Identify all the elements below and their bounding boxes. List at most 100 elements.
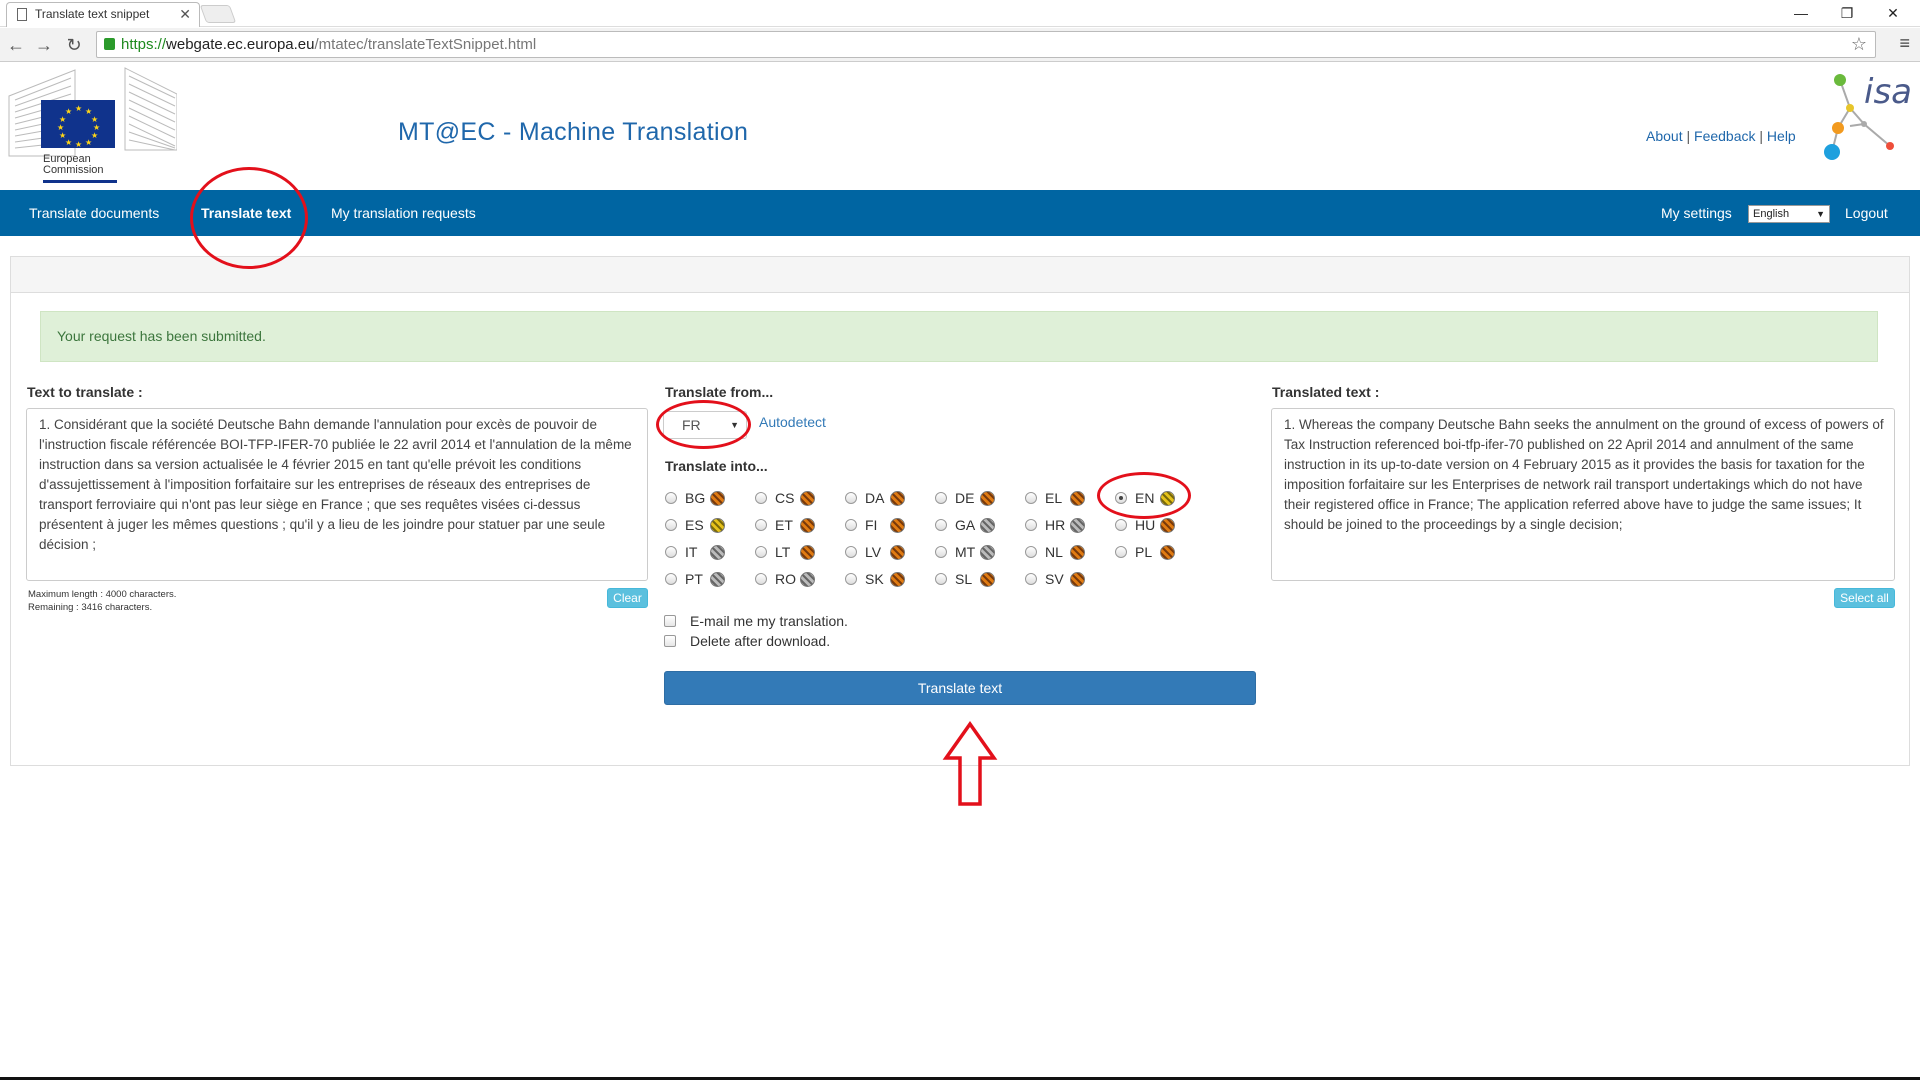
quality-shield-icon	[980, 545, 995, 560]
feedback-link[interactable]: Feedback	[1694, 128, 1755, 144]
clear-button[interactable]: Clear	[607, 588, 648, 608]
radio-icon	[935, 573, 947, 585]
radio-icon	[1025, 492, 1037, 504]
translate-into-label: Translate into...	[665, 458, 768, 474]
url-input[interactable]: https://webgate.ec.europa.eu/mtatec/tran…	[96, 31, 1876, 58]
language-code: EL	[1045, 490, 1063, 506]
checkbox-icon	[664, 615, 676, 627]
quality-shield-icon	[1070, 518, 1085, 533]
autodetect-link[interactable]: Autodetect	[759, 414, 826, 430]
annotation-circle-nav	[190, 167, 308, 269]
quality-shield-icon	[1070, 491, 1085, 506]
quality-shield-icon	[1160, 518, 1175, 533]
ui-language-value: English	[1753, 208, 1790, 220]
close-tab-icon[interactable]: ✕	[179, 3, 191, 25]
nav-my-translation-requests[interactable]: My translation requests	[331, 190, 476, 236]
checkbox-icon	[664, 635, 676, 647]
browser-tab[interactable]: Translate text snippet ✕	[6, 2, 200, 27]
quality-shield-icon	[800, 545, 815, 560]
language-code: ES	[685, 517, 704, 533]
nav-my-settings[interactable]: My settings	[1661, 190, 1732, 236]
quality-shield-icon	[1160, 545, 1175, 560]
annotation-circle-from	[656, 400, 751, 449]
lock-icon	[104, 38, 115, 50]
annotation-circle-en	[1097, 472, 1191, 519]
close-window-icon[interactable]: ✕	[1870, 2, 1916, 24]
radio-icon	[935, 519, 947, 531]
quality-shield-icon	[890, 545, 905, 560]
quality-shield-icon	[1070, 572, 1085, 587]
email-translation-checkbox[interactable]: E-mail me my translation.	[664, 612, 848, 630]
remaining-text: Remaining : 3416 characters.	[28, 602, 153, 613]
reload-icon[interactable]: ↻	[62, 33, 86, 57]
radio-icon	[755, 519, 767, 531]
org-name: European Commission	[43, 154, 104, 176]
delete-after-download-checkbox[interactable]: Delete after download.	[664, 632, 830, 650]
top-links: About | Feedback | Help	[1646, 128, 1796, 144]
european-commission-logo[interactable]: ★ ★ ★ ★ ★ ★ ★ ★ ★ ★ ★ ★ European Commission	[5, 66, 177, 186]
quality-shield-icon	[710, 491, 725, 506]
url-domain: webgate.ec.europa.eu	[166, 36, 315, 53]
radio-icon	[755, 492, 767, 504]
nav-translate-documents[interactable]: Translate documents	[29, 190, 159, 236]
page-icon	[17, 8, 27, 21]
chevron-down-icon: ▼	[1816, 209, 1825, 219]
language-code: BG	[685, 490, 706, 506]
nav-logout[interactable]: Logout	[1845, 190, 1888, 236]
back-icon[interactable]: ←	[4, 33, 28, 57]
browser-menu-icon[interactable]: ≡	[1899, 33, 1910, 54]
quality-shield-icon	[890, 572, 905, 587]
quality-shield-icon	[710, 518, 725, 533]
language-code: CS	[775, 490, 795, 506]
bookmark-star-icon[interactable]: ☆	[1851, 32, 1867, 57]
success-alert: Your request has been submitted.	[40, 311, 1878, 362]
link-separator: |	[1686, 128, 1691, 144]
page-title: MT@EC - Machine Translation	[398, 118, 749, 146]
quality-shield-icon	[800, 572, 815, 587]
language-code: LV	[865, 544, 882, 560]
radio-icon	[935, 492, 947, 504]
minimize-icon[interactable]: —	[1778, 2, 1824, 24]
radio-icon	[755, 573, 767, 585]
language-code: PL	[1135, 544, 1153, 560]
link-separator: |	[1759, 128, 1764, 144]
translate-text-button[interactable]: Translate text	[664, 671, 1256, 705]
logo-underline	[43, 180, 117, 183]
translate-from-label: Translate from...	[665, 384, 774, 400]
restore-icon[interactable]: ❐	[1824, 2, 1870, 24]
quality-shield-icon	[1070, 545, 1085, 560]
language-code: SV	[1045, 571, 1064, 587]
quality-shield-icon	[710, 545, 725, 560]
isa-text: isa	[1864, 72, 1912, 112]
quality-shield-icon	[890, 491, 905, 506]
radio-icon	[1025, 546, 1037, 558]
forward-icon[interactable]: →	[32, 33, 56, 57]
radio-icon	[665, 519, 677, 531]
url-scheme: https://	[121, 36, 167, 53]
language-code: LT	[775, 544, 791, 560]
quality-shield-icon	[710, 572, 725, 587]
radio-icon	[845, 519, 857, 531]
language-code: HR	[1045, 517, 1066, 533]
language-code: IT	[685, 544, 698, 560]
radio-icon	[845, 573, 857, 585]
annotation-arrow-up-icon	[942, 720, 998, 806]
translated-text-area[interactable]: 1. Whereas the company Deutsche Bahn see…	[1271, 408, 1895, 581]
help-link[interactable]: Help	[1767, 128, 1796, 144]
radio-icon	[665, 546, 677, 558]
language-code: NL	[1045, 544, 1063, 560]
browser-tab-bar: Translate text snippet ✕ — ❐ ✕	[0, 0, 1920, 27]
radio-icon	[755, 546, 767, 558]
new-tab-button[interactable]	[199, 5, 237, 23]
ui-language-select[interactable]: English ▼	[1748, 205, 1830, 223]
about-link[interactable]: About	[1646, 128, 1683, 144]
language-code: RO	[775, 571, 796, 587]
source-text-area[interactable]: 1. Considérant que la société Deutsche B…	[26, 408, 648, 581]
url-path: /mtatec/translateTextSnippet.html	[314, 36, 537, 53]
isa-logo[interactable]: isa	[1820, 68, 1920, 168]
browser-tab-title: Translate text snippet	[35, 7, 150, 21]
select-all-button[interactable]: Select all	[1834, 588, 1895, 608]
radio-icon	[1025, 519, 1037, 531]
email-translation-label: E-mail me my translation.	[690, 613, 848, 629]
quality-shield-icon	[980, 518, 995, 533]
